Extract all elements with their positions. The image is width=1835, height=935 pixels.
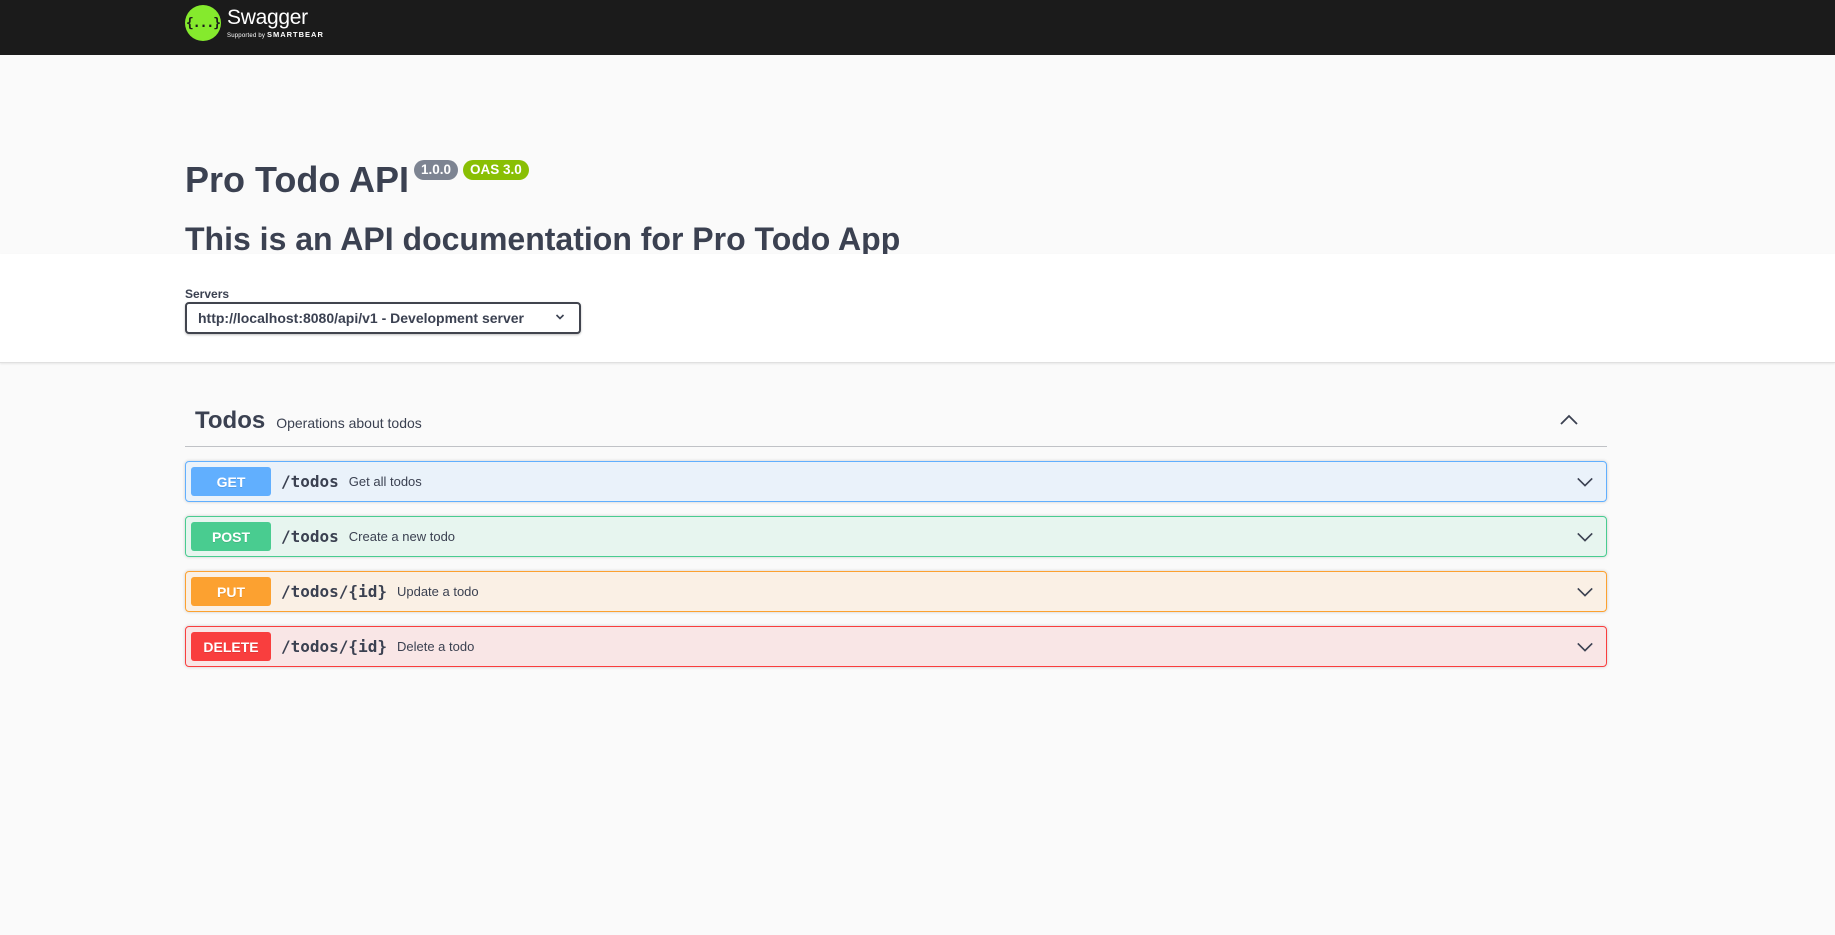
api-title: Pro Todo API	[185, 159, 409, 200]
tag-description: Operations about todos	[276, 414, 422, 431]
operation-path: /todos	[281, 527, 339, 546]
method-badge: GET	[191, 467, 271, 496]
servers-select[interactable]: http://localhost:8080/api/v1 - Developme…	[185, 302, 581, 334]
brand-sub-company: SMARTBEAR	[266, 30, 324, 39]
operation-path: /todos	[281, 472, 339, 491]
info-section: Pro Todo API 1.0.0 OAS 3.0 This is an AP…	[0, 55, 1835, 257]
operation-put-todo[interactable]: PUT /todos/{id} Update a todo	[185, 571, 1607, 612]
method-badge: POST	[191, 522, 271, 551]
servers-selected-value: http://localhost:8080/api/v1 - Developme…	[198, 310, 524, 326]
tag-name: Todos	[195, 407, 266, 434]
chevron-down-icon	[555, 314, 565, 320]
topbar: {...} Swagger Supported by SMARTBEAR	[0, 0, 1835, 55]
operation-summary: Create a new todo	[348, 529, 456, 544]
servers-label: Servers	[185, 287, 230, 301]
swagger-logo-icon: {...}	[185, 5, 221, 41]
chevron-down-icon[interactable]	[1576, 528, 1594, 546]
operation-get-todos[interactable]: GET /todos Get all todos	[185, 461, 1607, 502]
operation-path: /todos/{id}	[281, 582, 387, 601]
brand-text: Swagger Supported by SMARTBEAR	[227, 7, 324, 39]
operation-post-todos[interactable]: POST /todos Create a new todo	[185, 516, 1607, 557]
chevron-up-icon[interactable]	[1559, 410, 1579, 430]
tag-header[interactable]: Todos Operations about todos	[185, 396, 1607, 447]
operation-summary: Get all todos	[348, 474, 422, 489]
operation-summary: Delete a todo	[396, 639, 475, 654]
oas-badge: OAS 3.0	[463, 160, 529, 180]
chevron-down-icon[interactable]	[1576, 583, 1594, 601]
method-badge: PUT	[191, 577, 271, 606]
brand-sub: Supported by SMARTBEAR	[227, 31, 324, 39]
brand-sub-prefix: Supported by	[227, 33, 266, 39]
method-badge: DELETE	[191, 632, 271, 661]
api-description: This is an API documentation for Pro Tod…	[185, 221, 901, 257]
operation-delete-todo[interactable]: DELETE /todos/{id} Delete a todo	[185, 626, 1607, 667]
title-row: Pro Todo API 1.0.0 OAS 3.0	[185, 158, 529, 202]
operation-path: /todos/{id}	[281, 637, 387, 656]
brand-name: Swagger	[227, 6, 308, 29]
servers-section: Servers http://localhost:8080/api/v1 - D…	[0, 254, 1835, 363]
swagger-logo-link[interactable]: {...} Swagger Supported by SMARTBEAR	[185, 5, 324, 41]
operation-summary: Update a todo	[396, 584, 479, 599]
tag-section-todos: Todos Operations about todos GET /todos …	[185, 396, 1607, 667]
version-badge: 1.0.0	[413, 160, 459, 180]
chevron-down-icon[interactable]	[1576, 638, 1594, 656]
chevron-down-icon[interactable]	[1576, 473, 1594, 491]
